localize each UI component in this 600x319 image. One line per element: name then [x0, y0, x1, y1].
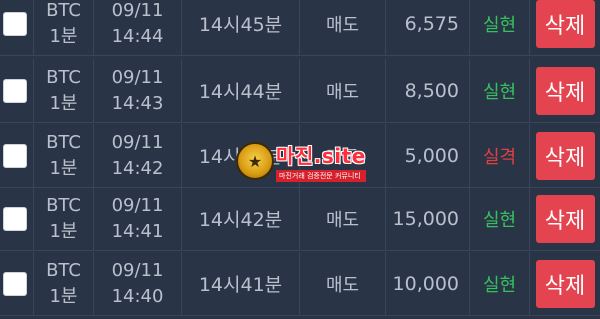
watermark-subtitle: 마진거래 검증전문 커뮤니티 [276, 170, 366, 182]
side: 매도 [325, 274, 360, 296]
time: 14:44 [111, 25, 164, 47]
round-cell: 14시44분 [182, 59, 300, 122]
amount-cell: 6,575 [386, 0, 470, 55]
amount: 5,000 [404, 144, 459, 167]
symbol: BTC [46, 131, 81, 153]
symbol-cell: BTC 1분 [34, 0, 94, 55]
delete-cell: 삭제 [530, 252, 600, 315]
symbol-cell: BTC 1분 [34, 124, 94, 187]
round-cell: 14시45분 [182, 0, 300, 55]
delete-cell: 삭제 [530, 0, 600, 55]
side-cell: 매도 [300, 0, 386, 55]
round-cell: 14시42분 [182, 187, 300, 250]
symbol: BTC [46, 259, 81, 281]
amount: 10,000 [392, 272, 459, 295]
result-cell: 실현 [470, 252, 530, 315]
symbol-cell: BTC 1분 [34, 187, 94, 250]
side-cell: 매도 [300, 59, 386, 122]
date: 09/11 [111, 66, 164, 88]
date: 09/11 [111, 194, 164, 216]
datetime-cell: 09/11 14:40 [94, 252, 182, 315]
row-checkbox-cell [0, 59, 34, 122]
result-status: 실현 [482, 209, 517, 231]
interval: 1분 [49, 220, 78, 242]
date: 09/11 [111, 0, 164, 21]
watermark-logo: ★ 마진.site 마진거래 검증전문 커뮤니티 [236, 140, 366, 182]
symbol: BTC [46, 194, 81, 216]
symbol-cell: BTC 1분 [34, 59, 94, 122]
interval: 1분 [49, 285, 78, 307]
row-checkbox[interactable] [3, 143, 27, 168]
result-cell: 실현 [470, 0, 530, 55]
round: 14시41분 [198, 274, 283, 296]
row-checkbox[interactable] [3, 271, 27, 296]
table-row: BTC 1분 09/11 14:40 14시41분 매도 10,000 실현 삭… [0, 252, 600, 316]
delete-button[interactable]: 삭제 [535, 131, 595, 180]
result-status: 실현 [482, 14, 517, 36]
watermark-title: 마진.site [276, 144, 366, 168]
time: 14:42 [111, 157, 164, 179]
delete-cell: 삭제 [530, 124, 600, 187]
row-checkbox-cell [0, 124, 34, 187]
date: 09/11 [111, 259, 164, 281]
symbol: BTC [46, 0, 81, 21]
row-checkbox-cell [0, 252, 34, 315]
amount-cell: 10,000 [386, 252, 470, 315]
row-checkbox[interactable] [3, 206, 27, 231]
result-cell: 실현 [470, 187, 530, 250]
result-status: 실현 [482, 81, 517, 103]
delete-button[interactable]: 삭제 [535, 0, 595, 48]
watermark-text: 마진.site 마진거래 검증전문 커뮤니티 [276, 140, 366, 182]
delete-cell: 삭제 [530, 187, 600, 250]
time: 14:41 [111, 220, 164, 242]
round: 14시42분 [198, 209, 283, 231]
row-checkbox[interactable] [3, 11, 27, 36]
delete-button[interactable]: 삭제 [535, 194, 595, 243]
table-row: BTC 1분 09/11 14:43 14시44분 매도 8,500 실현 삭제 [0, 59, 600, 123]
amount: 15,000 [392, 207, 459, 230]
time: 14:40 [111, 285, 164, 307]
amount-cell: 5,000 [386, 124, 470, 187]
side-cell: 매도 [300, 252, 386, 315]
datetime-cell: 09/11 14:42 [94, 124, 182, 187]
delete-button[interactable]: 삭제 [535, 259, 595, 308]
delete-button[interactable]: 삭제 [535, 66, 595, 115]
datetime-cell: 09/11 14:43 [94, 59, 182, 122]
amount-cell: 8,500 [386, 59, 470, 122]
datetime-cell: 09/11 14:41 [94, 187, 182, 250]
table-row: BTC 1분 09/11 14:41 14시42분 매도 15,000 실현 삭… [0, 187, 600, 251]
side-cell: 매도 [300, 187, 386, 250]
interval: 1분 [49, 92, 78, 114]
datetime-cell: 09/11 14:44 [94, 0, 182, 55]
date: 09/11 [111, 131, 164, 153]
symbol: BTC [46, 66, 81, 88]
row-checkbox-cell [0, 187, 34, 250]
result-cell: 실격 [470, 124, 530, 187]
result-cell: 실현 [470, 59, 530, 122]
side: 매도 [325, 81, 360, 103]
side: 매도 [325, 14, 360, 36]
result-status: 실현 [482, 274, 517, 296]
row-checkbox-cell [0, 0, 34, 55]
amount: 8,500 [404, 79, 459, 102]
symbol-cell: BTC 1분 [34, 252, 94, 315]
amount: 6,575 [404, 12, 459, 35]
time: 14:43 [111, 92, 164, 114]
interval: 1분 [49, 157, 78, 179]
amount-cell: 15,000 [386, 187, 470, 250]
side: 매도 [325, 209, 360, 231]
emblem-icon: ★ [236, 142, 274, 180]
row-checkbox[interactable] [3, 78, 27, 103]
interval: 1분 [49, 25, 78, 47]
result-status: 실격 [482, 146, 517, 168]
delete-cell: 삭제 [530, 59, 600, 122]
round: 14시44분 [198, 81, 283, 103]
round: 14시45분 [198, 14, 283, 36]
table-row: BTC 1분 09/11 14:44 14시45분 매도 6,575 실현 삭제 [0, 0, 600, 56]
round-cell: 14시41분 [182, 252, 300, 315]
